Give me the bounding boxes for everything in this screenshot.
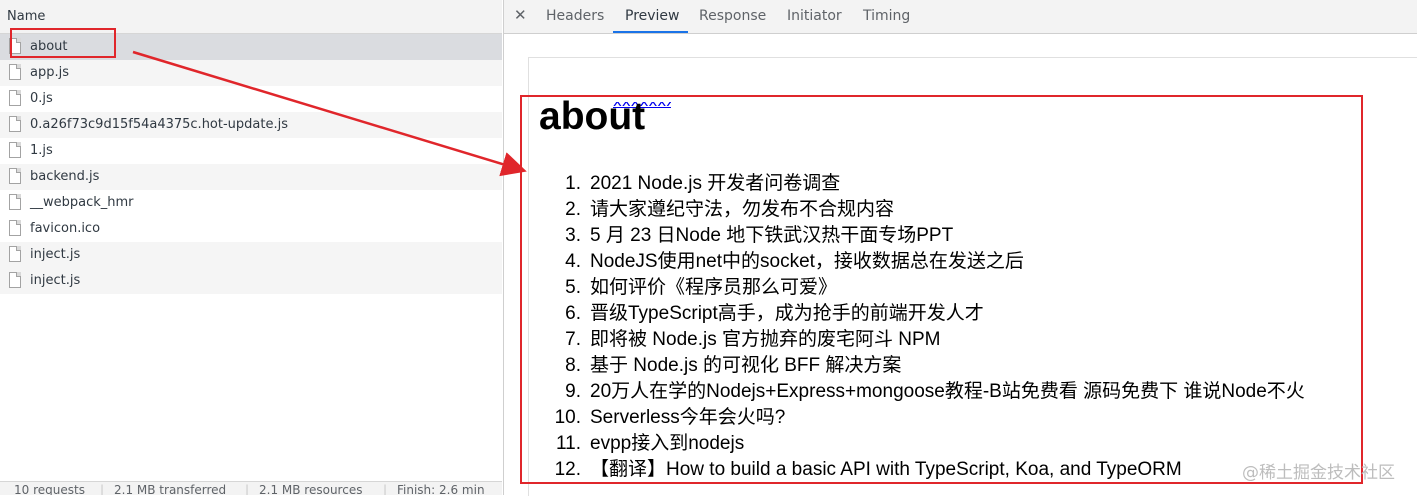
watermark-text: @稀土掘金技术社区 <box>1242 463 1395 483</box>
annotation-arrow-icon <box>132 50 527 177</box>
